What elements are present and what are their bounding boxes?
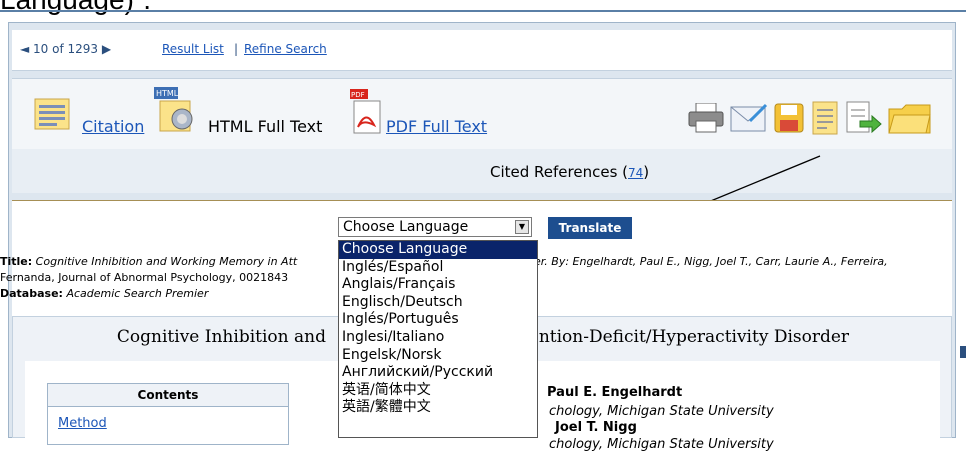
article-title-left: Cognitive Inhibition and bbox=[116, 327, 326, 347]
contents-method-link[interactable]: Method bbox=[58, 416, 107, 431]
language-option[interactable]: Inglés/Español bbox=[339, 259, 537, 277]
contents-box: Contents Method bbox=[47, 383, 289, 445]
language-select-value: Choose Language bbox=[343, 219, 469, 235]
language-dropdown-list[interactable]: Choose Language Inglés/Español Anglais/Fra… bbox=[338, 240, 538, 438]
language-option[interactable]: Choose Language bbox=[339, 241, 537, 259]
language-option[interactable]: Inglesi/Italiano bbox=[339, 329, 537, 347]
article-title-right: ention-Deficit/Hyperactivity Disorder bbox=[528, 327, 850, 347]
scrollbar-edge[interactable] bbox=[960, 346, 966, 358]
language-option[interactable]: Engelsk/Norsk bbox=[339, 347, 537, 365]
contents-heading: Contents bbox=[48, 384, 288, 407]
title-value: Cognitive Inhibition and Working Memory … bbox=[35, 255, 298, 268]
language-option[interactable]: Englisch/Deutsch bbox=[339, 294, 537, 312]
language-option[interactable]: Anglais/Français bbox=[339, 276, 537, 294]
translate-button[interactable]: Translate bbox=[548, 217, 632, 239]
language-select[interactable]: Choose Language ▼ bbox=[338, 217, 532, 237]
language-option[interactable]: 英語/繁體中文 bbox=[339, 399, 537, 417]
language-option[interactable]: 英语/简体中文 bbox=[339, 382, 537, 400]
author-1-affiliation: chology, Michigan State University bbox=[549, 404, 774, 419]
author-2-name: Joel T. Nigg bbox=[555, 420, 637, 435]
database-label: Database: bbox=[0, 287, 63, 300]
dropdown-arrow-icon[interactable]: ▼ bbox=[515, 220, 529, 234]
title-tail: er. By: Engelhardt, Paul E., Nigg, Joel … bbox=[534, 255, 888, 268]
language-option[interactable]: Inglés/Português bbox=[339, 311, 537, 329]
language-option[interactable]: Английский/Русский bbox=[339, 364, 537, 382]
title-label: Title: bbox=[0, 255, 33, 268]
author-1-name: Paul E. Engelhardt bbox=[547, 385, 683, 400]
author-2-affiliation: chology, Michigan State University bbox=[549, 437, 774, 452]
database-value: Academic Search Premier bbox=[66, 287, 209, 300]
